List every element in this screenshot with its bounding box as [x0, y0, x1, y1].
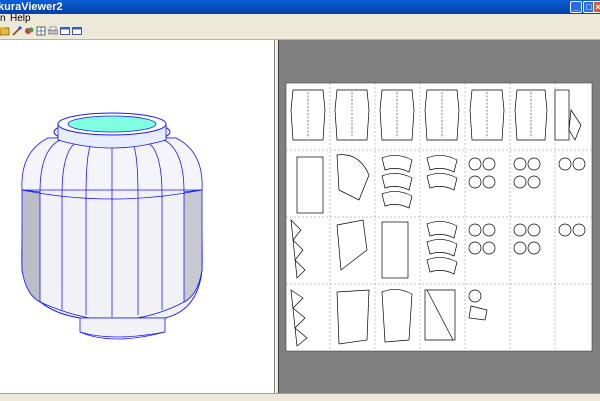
menu-bar: n Help	[0, 13, 600, 24]
brush-icon	[12, 26, 22, 36]
pattern-2d-viewport[interactable]	[278, 40, 600, 393]
paint-icon	[25, 27, 34, 34]
model-3d-viewport[interactable]	[0, 40, 275, 393]
open-file-button[interactable]	[0, 26, 10, 36]
folder-icon	[0, 27, 10, 36]
window-title: kuraViewer2	[0, 1, 63, 13]
texture-icon	[36, 26, 46, 36]
view-2d-button[interactable]	[72, 26, 82, 36]
print-icon	[47, 26, 59, 35]
jar-3d-model	[21, 112, 203, 340]
minimize-button[interactable]: _	[570, 1, 582, 13]
title-bar: kuraViewer2 _ □ ×	[0, 0, 600, 14]
window-icon	[60, 27, 70, 35]
close-button[interactable]: ×	[593, 1, 600, 13]
print-button[interactable]	[47, 26, 59, 36]
brush-button[interactable]	[12, 26, 22, 36]
menu-item-file[interactable]: n	[0, 13, 6, 24]
toolbar	[0, 24, 600, 40]
texture-button[interactable]	[36, 26, 46, 36]
window-icon	[72, 27, 82, 35]
view-3d-button[interactable]	[60, 26, 70, 36]
paint-button[interactable]	[24, 26, 34, 36]
menu-item-help[interactable]: Help	[10, 13, 31, 24]
pattern-sheet	[285, 82, 593, 352]
